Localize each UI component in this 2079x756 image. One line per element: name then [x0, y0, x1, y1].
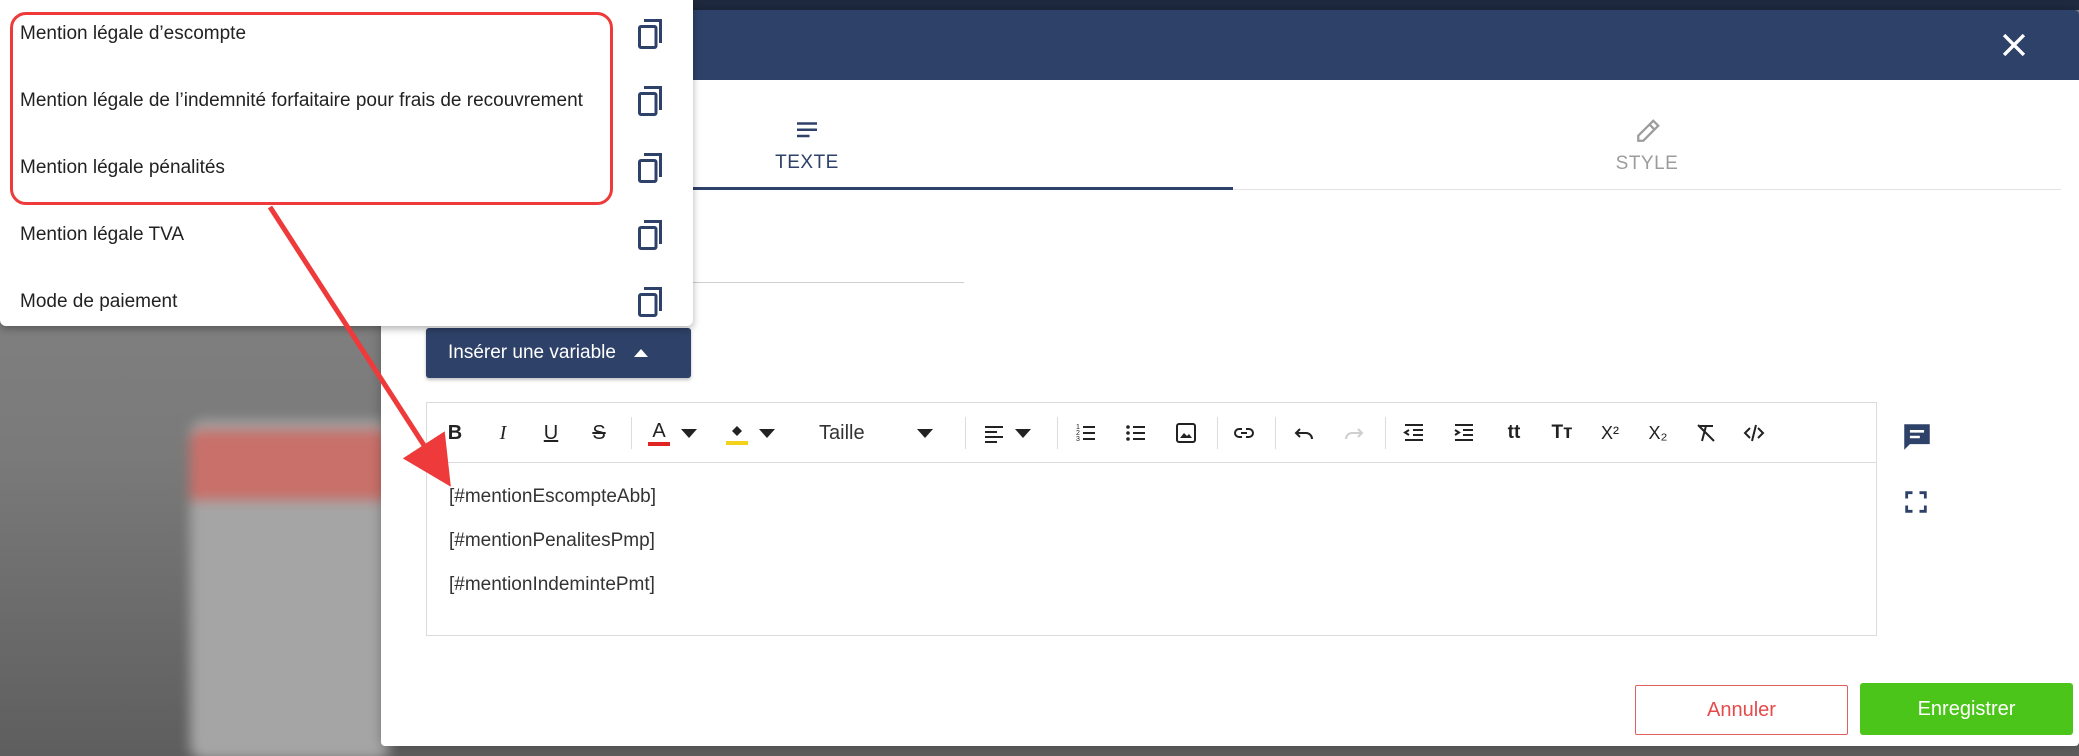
close-icon[interactable]	[1997, 28, 2031, 62]
copy-icon[interactable]	[632, 150, 668, 186]
copy-icon[interactable]	[632, 217, 668, 253]
font-color-icon[interactable]: A	[645, 417, 673, 449]
editor-line: [#mentionPenalitesPmp]	[449, 530, 655, 551]
copy-icon[interactable]	[632, 83, 668, 119]
font-size-select[interactable]: Taille	[819, 417, 865, 449]
highlight-color-dropdown-icon[interactable]	[757, 417, 777, 449]
dropdown-item-label: Mention légale TVA	[20, 224, 185, 245]
tab-style-label: STYLE	[1615, 153, 1679, 174]
italic-icon[interactable]: I	[487, 417, 519, 449]
bulleted-list-icon[interactable]	[1121, 417, 1151, 449]
eyedropper-icon	[1637, 119, 1660, 142]
clear-format-icon[interactable]	[1691, 417, 1721, 449]
background-card	[190, 420, 390, 756]
code-view-icon[interactable]	[1739, 417, 1769, 449]
fullscreen-icon[interactable]	[1902, 488, 1930, 516]
save-button[interactable]: Enregistrer	[1860, 683, 2073, 735]
text-lines-icon	[797, 121, 817, 137]
font-size-dropdown-icon[interactable]	[915, 417, 935, 449]
dropdown-item-escompte[interactable]: Mention légale d’escompte	[0, 0, 693, 67]
align-dropdown-icon[interactable]	[1013, 417, 1033, 449]
tab-texte-label: TEXTE	[775, 151, 839, 173]
editor-line: [#mentionIndemintePmt]	[449, 574, 655, 595]
dropdown-item-label: Mention légale d’escompte	[20, 23, 247, 44]
comment-list-icon[interactable]	[1900, 420, 1934, 454]
align-left-icon[interactable]	[979, 417, 1009, 449]
redo-icon[interactable]	[1339, 417, 1369, 449]
indent-icon[interactable]	[1449, 417, 1479, 449]
dropdown-item-penalites[interactable]: Mention légale pénalités	[0, 134, 693, 201]
editor-content[interactable]: [#mentionEscompteAbb] [#mentionPenalites…	[449, 475, 656, 607]
dropdown-item-label: Mention légale pénalités	[20, 157, 225, 178]
strikethrough-icon[interactable]: S	[583, 417, 615, 449]
superscript-icon[interactable]: X²	[1595, 417, 1625, 449]
cancel-button[interactable]: Annuler	[1635, 685, 1848, 735]
dropdown-item-indemnite[interactable]: Mention légale de l’indemnité forfaitair…	[0, 67, 693, 134]
editor-toolbar: B I U S A Taille 123 tt Tт X² X₂	[427, 403, 1876, 463]
caret-up-icon	[633, 349, 648, 357]
subscript-icon[interactable]: X₂	[1643, 417, 1673, 449]
insert-image-icon[interactable]	[1171, 417, 1201, 449]
undo-icon[interactable]	[1289, 417, 1319, 449]
lowercase-icon[interactable]: tt	[1499, 417, 1529, 449]
dropdown-item-tva[interactable]: Mention légale TVA	[0, 201, 693, 268]
insert-link-icon[interactable]	[1229, 417, 1259, 449]
rich-text-editor: B I U S A Taille 123 tt Tт X² X₂ [#menti…	[426, 402, 1877, 636]
underline-icon[interactable]: U	[535, 417, 567, 449]
dropdown-item-mode-paiement[interactable]: Mode de paiement	[0, 268, 693, 335]
font-color-dropdown-icon[interactable]	[679, 417, 699, 449]
svg-text:3: 3	[1076, 436, 1080, 443]
copy-icon[interactable]	[632, 284, 668, 320]
insert-variable-label: Insérer une variable	[448, 342, 616, 363]
outdent-icon[interactable]	[1399, 417, 1429, 449]
insert-variable-button[interactable]: Insérer une variable	[426, 328, 691, 378]
copy-icon[interactable]	[632, 16, 668, 52]
ordered-list-icon[interactable]: 123	[1071, 417, 1101, 449]
highlight-color-icon[interactable]	[723, 417, 751, 449]
bold-icon[interactable]: B	[439, 417, 471, 449]
title-case-icon[interactable]: Tт	[1547, 417, 1577, 449]
variable-dropdown-menu: Mention légale d’escompte Mention légale…	[0, 0, 693, 326]
tab-style[interactable]: STYLE	[1233, 102, 2061, 190]
editor-line: [#mentionEscompteAbb]	[449, 486, 657, 507]
dropdown-item-label: Mention légale de l’indemnité forfaitair…	[20, 90, 583, 111]
dropdown-item-label: Mode de paiement	[20, 291, 178, 312]
